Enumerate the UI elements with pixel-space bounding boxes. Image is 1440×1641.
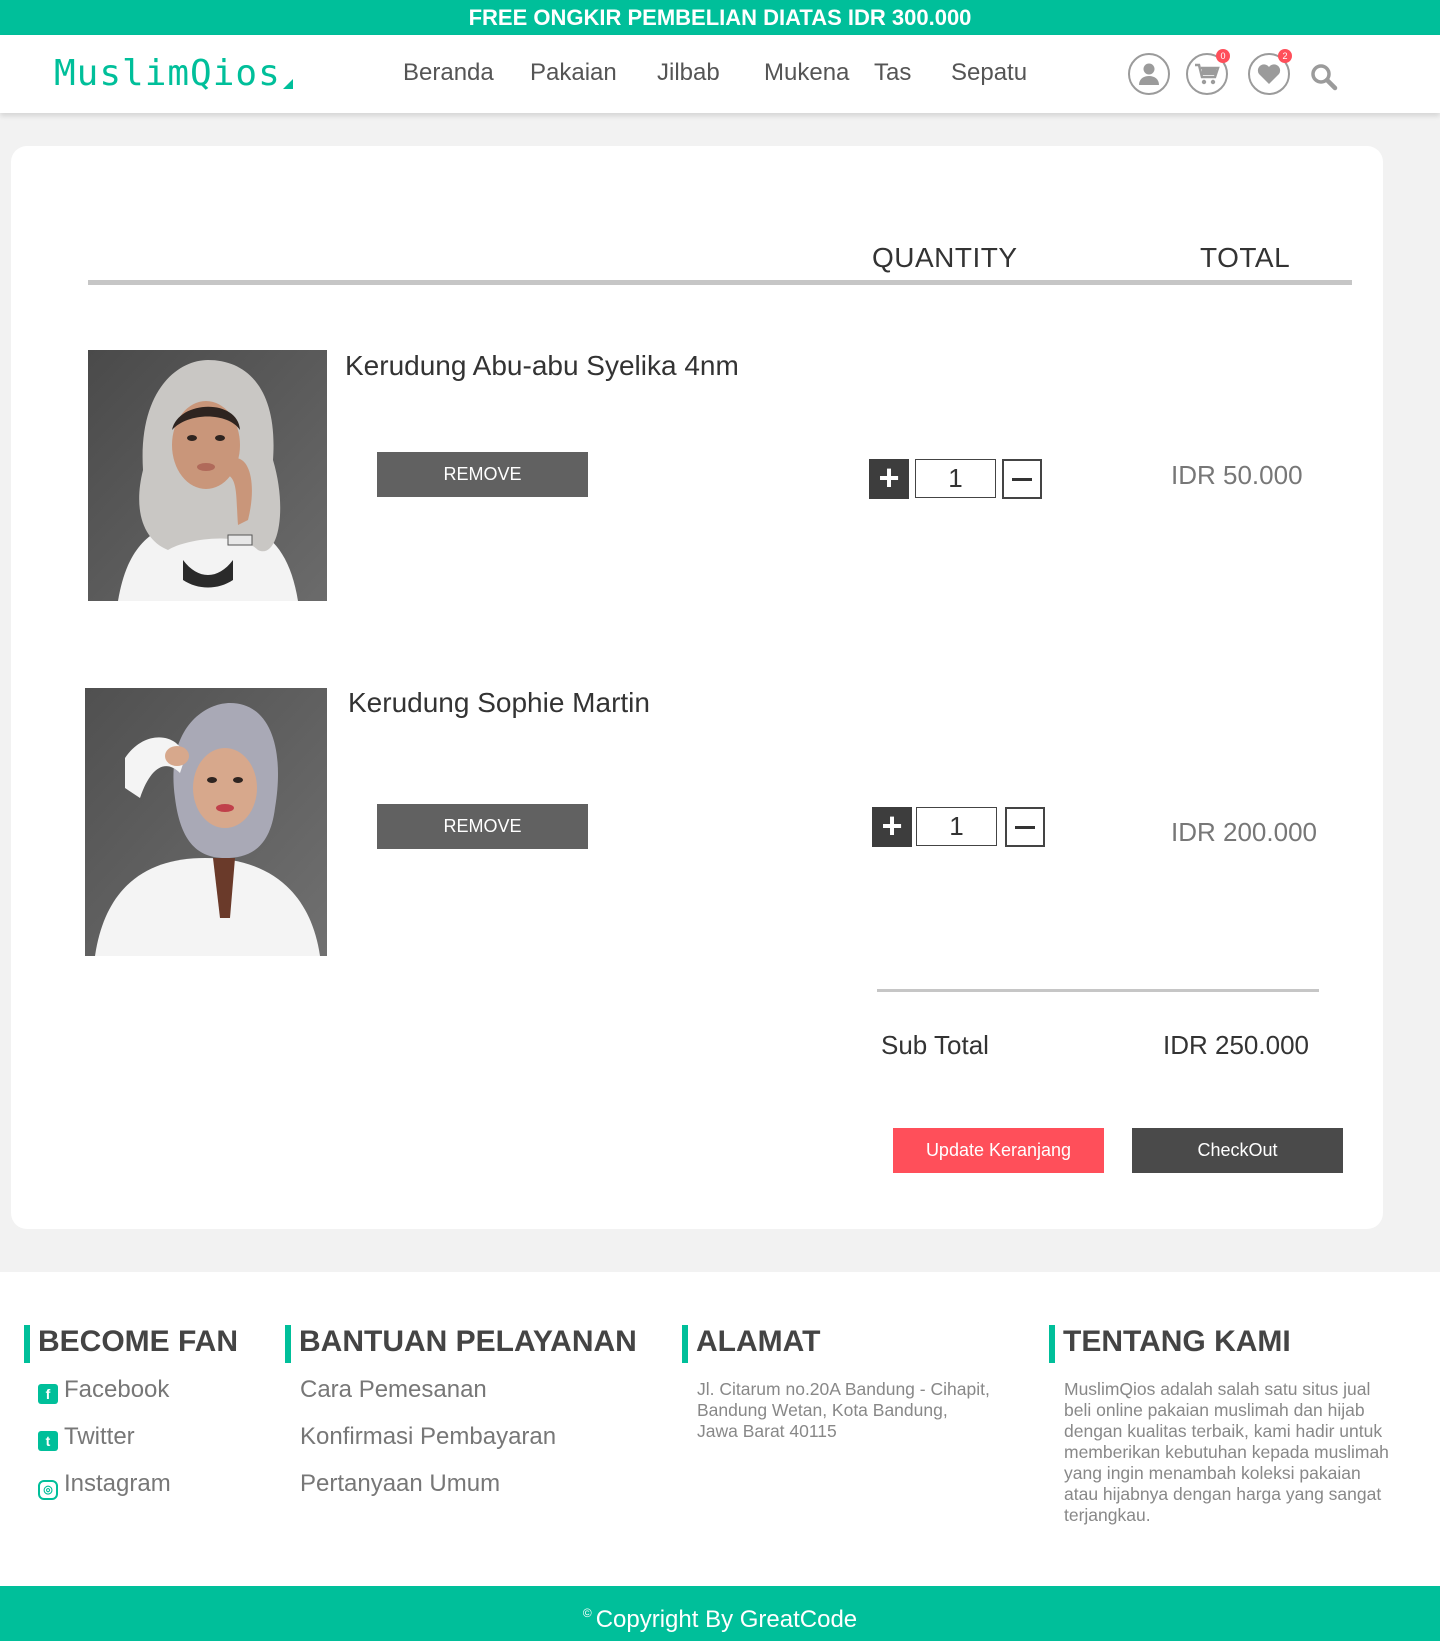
address-line: Jawa Barat 40115 [697,1421,837,1441]
footer-link-pertanyaan-umum[interactable]: Pertanyaan Umum [300,1470,500,1498]
subtotal-divider [877,989,1319,992]
product-name[interactable]: Kerudung Sophie Martin [348,687,650,719]
address-line: Bandung Wetan, Kota Bandung, [697,1400,948,1420]
remove-button[interactable]: REMOVE [377,804,588,849]
about-line: atau hijabnya dengan harga yang sangat [1064,1484,1382,1504]
twitter-icon: t [38,1431,58,1451]
product-image[interactable] [88,350,327,601]
brand-logo[interactable]: MuslimQios [54,53,293,94]
wishlist-count-badge: 2 [1278,49,1292,63]
subtotal-label: Sub Total [881,1030,989,1060]
nav-pakaian[interactable]: Pakaian [530,59,617,87]
nav-tas[interactable]: Tas [874,59,911,87]
nav-mukena[interactable]: Mukena [764,59,849,87]
footer-link-label: Facebook [64,1376,170,1403]
nav-sepatu[interactable]: Sepatu [951,59,1027,87]
subtotal-value: IDR 250.000 [1163,1030,1309,1060]
column-header-total: TOTAL [1200,242,1291,273]
checkout-button[interactable]: CheckOut [1132,1128,1343,1173]
line-total: IDR 50.000 [1171,460,1303,490]
about-text: MuslimQios adalah salah satu situs jual … [1064,1379,1389,1526]
copyright-icon: © [582,1606,592,1620]
quantity-decrease-button[interactable] [1005,807,1045,847]
cart-count-badge: 0 [1216,49,1230,63]
about-line: MuslimQios adalah salah satu situs jual [1064,1379,1371,1399]
promo-banner: FREE ONGKIR PEMBELIAN DIATAS IDR 300.000 [0,0,1440,35]
quantity-input[interactable]: 1 [915,459,996,498]
footer-link-instagram[interactable]: ◎ Instagram [38,1470,171,1500]
line-total: IDR 200.000 [1171,817,1317,847]
footer-link-cara-pemesanan[interactable]: Cara Pemesanan [300,1376,487,1404]
quantity-increase-button[interactable]: + [872,807,912,847]
remove-button[interactable]: REMOVE [377,452,588,497]
site-header: MuslimQios Beranda Pakaian Jilbab Mukena… [0,35,1440,113]
header-divider [88,280,1352,285]
minus-icon [1015,826,1035,829]
logo-mark-icon [282,79,293,89]
about-line: terjangkau. [1064,1505,1151,1525]
site-footer: BECOME FAN f Facebook t Twitter ◎ Instagram… [0,1272,1440,1586]
about-line: dengan kualitas terbaik, kami hadir untu… [1064,1421,1383,1441]
address-text: Jl. Citarum no.20A Bandung - Cihapit, Ba… [697,1379,990,1442]
update-cart-button[interactable]: Update Keranjang [893,1128,1104,1173]
user-icon[interactable] [1128,53,1170,95]
address-line: Jl. Citarum no.20A Bandung - Cihapit, [697,1379,990,1399]
footer-link-label: Instagram [64,1470,171,1497]
instagram-icon: ◎ [38,1480,58,1500]
quantity-input[interactable]: 1 [916,807,997,846]
brand-name: MuslimQios [54,53,281,94]
about-line: yang ingin menambah koleksi pakaian [1064,1463,1361,1483]
product-image[interactable] [85,688,327,956]
footer-heading-about: TENTANG KAMI [1049,1325,1291,1363]
footer-heading-address: ALAMAT [682,1325,820,1363]
footer-link-konfirmasi-pembayaran[interactable]: Konfirmasi Pembayaran [300,1423,556,1451]
nav-beranda[interactable]: Beranda [403,59,494,87]
copyright-text: Copyright By GreatCode [595,1606,858,1633]
quantity-increase-button[interactable]: + [869,459,909,499]
minus-icon [1012,478,1032,481]
footer-link-twitter[interactable]: t Twitter [38,1423,135,1451]
search-icon[interactable] [1310,63,1338,91]
facebook-icon: f [38,1384,58,1404]
product-name[interactable]: Kerudung Abu-abu Syelika 4nm [345,350,739,382]
plus-icon: + [878,457,900,498]
plus-icon: + [881,805,903,846]
nav-jilbab[interactable]: Jilbab [657,59,720,87]
footer-link-facebook[interactable]: f Facebook [38,1376,169,1404]
about-line: beli online pakaian muslimah dan hijab [1064,1400,1365,1420]
column-header-quantity: QUANTITY [872,242,1018,273]
heart-icon[interactable]: 2 [1248,49,1292,95]
footer-link-label: Twitter [64,1423,135,1450]
quantity-decrease-button[interactable] [1002,459,1042,499]
cart-icon[interactable]: 0 [1186,49,1230,95]
footer-heading-help: BANTUAN PELAYANAN [285,1325,637,1363]
footer-heading-fan: BECOME FAN [24,1325,238,1363]
about-line: memberikan kebutuhan kepada muslimah [1064,1442,1389,1462]
cart-panel: QUANTITY TOTAL Kerudung Abu-abu Syelika … [11,146,1383,1229]
copyright-bar: © Copyright By GreatCode [0,1586,1440,1641]
